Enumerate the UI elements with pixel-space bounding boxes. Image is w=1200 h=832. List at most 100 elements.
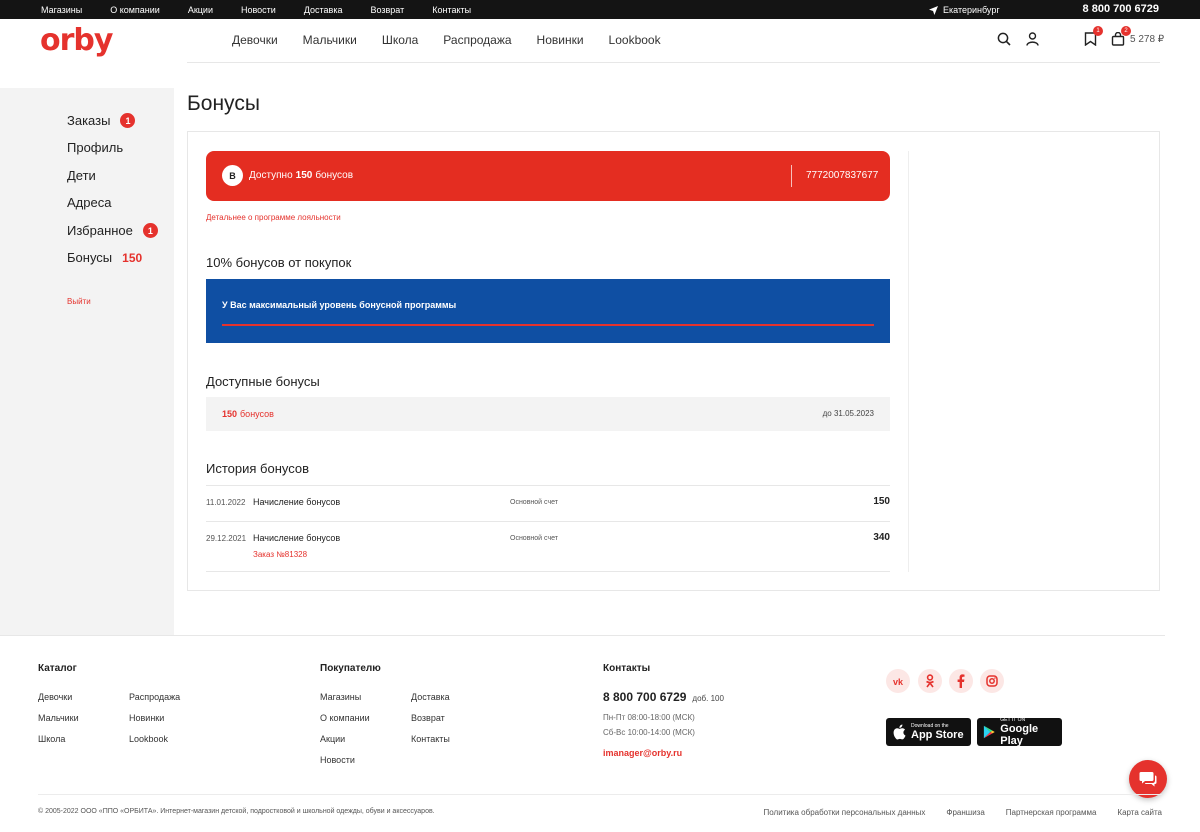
odnoklassniki-icon[interactable] — [918, 669, 942, 693]
footer-link-boys[interactable]: Мальчики — [38, 713, 79, 723]
header: orby Девочки Мальчики Школа Распродажа Н… — [0, 19, 1200, 63]
footer-hours-weekdays: Пн-Пт 08:00-18:00 (МСК) — [603, 713, 695, 722]
cart-icon[interactable]: 2 — [1110, 26, 1131, 47]
history-amount: 340 — [873, 532, 890, 543]
google-play-button[interactable]: GET IT ON Google Play — [977, 717, 1062, 747]
top-bar: Магазины О компании Акции Новости Достав… — [0, 0, 1200, 19]
footer-link-about[interactable]: О компании — [320, 713, 370, 723]
available-bonus-amount: 150 — [222, 409, 238, 419]
top-link-delivery[interactable]: Доставка — [304, 5, 343, 15]
chat-icon — [1139, 772, 1157, 787]
available-amount: 150 — [295, 170, 313, 181]
history-account: Основной счет — [510, 499, 558, 506]
card-number: 7772007837677 — [806, 170, 879, 181]
available-amount-text: 150 бонусов — [222, 409, 274, 419]
available-suffix: бонусов — [315, 170, 354, 181]
sidebar-item-addresses[interactable]: Адреса — [67, 195, 111, 210]
sidebar-item-orders[interactable]: Заказы 1 — [67, 113, 136, 128]
footer-divider — [0, 635, 1165, 636]
app-store-big: App Store — [911, 728, 964, 741]
account-sidebar: Заказы 1 Профиль Дети Адреса Избранное 1… — [0, 88, 174, 636]
available-expiry: до 31.05.2023 — [822, 409, 874, 418]
search-icon[interactable] — [996, 31, 1012, 47]
history-divider — [206, 571, 890, 572]
top-link-news[interactable]: Новости — [241, 5, 276, 15]
footer-link-return[interactable]: Возврат — [411, 713, 445, 723]
footer-email[interactable]: imanager@orby.ru — [603, 748, 682, 758]
app-store-button[interactable]: Download on the App Store — [886, 718, 971, 746]
logout-link[interactable]: Выйти — [67, 297, 91, 306]
footer-phone[interactable]: 8 800 700 6729 доб. 100 — [603, 690, 724, 704]
nav-sale[interactable]: Распродажа — [443, 33, 511, 47]
footer-link-school[interactable]: Школа — [38, 734, 65, 744]
top-link-stores[interactable]: Магазины — [41, 5, 82, 15]
nav-boys[interactable]: Мальчики — [303, 33, 357, 47]
history-title: История бонусов — [206, 461, 310, 476]
svg-text:vk: vk — [893, 677, 904, 686]
footer-link-new[interactable]: Новинки — [129, 713, 164, 723]
footer-hours-weekend: Сб-Вс 10:00-14:00 (МСК) — [603, 728, 695, 737]
top-phone[interactable]: 8 800 700 6729 — [1083, 3, 1159, 15]
footer-link-delivery[interactable]: Доставка — [411, 692, 450, 702]
vk-icon[interactable]: vk — [886, 669, 910, 693]
cart-badge: 2 — [1121, 26, 1131, 36]
top-link-about[interactable]: О компании — [110, 5, 160, 15]
nav-new[interactable]: Новинки — [537, 33, 584, 47]
top-link-contacts[interactable]: Контакты — [432, 5, 471, 15]
sidebar-item-label: Избранное — [67, 223, 133, 238]
user-icon[interactable] — [1024, 31, 1040, 47]
bonus-level-panel: У Вас максимальный уровень бонусной прог… — [206, 279, 890, 343]
bonuses-count: 150 — [122, 250, 143, 265]
footer-link-girls[interactable]: Девочки — [38, 692, 72, 702]
footer-catalog-title: Каталог — [38, 663, 77, 674]
nav-lookbook[interactable]: Lookbook — [609, 33, 661, 47]
history-order-link[interactable]: Заказ №81328 — [253, 550, 307, 559]
footer-phone-ext: доб. 100 — [692, 694, 724, 703]
available-prefix: Доступно — [249, 170, 293, 181]
history-amount: 150 — [873, 496, 890, 507]
history-desc: Начисление бонусов — [253, 497, 341, 507]
footer-link-news[interactable]: Новости — [320, 755, 355, 765]
logo[interactable]: orby — [40, 23, 113, 58]
sidebar-item-children[interactable]: Дети — [67, 168, 96, 183]
footer-link-sitemap[interactable]: Карта сайта — [1117, 808, 1162, 817]
history-divider — [206, 521, 890, 522]
available-title: Доступные бонусы — [206, 374, 320, 389]
footer-link-stores[interactable]: Магазины — [320, 692, 361, 702]
instagram-icon[interactable] — [980, 669, 1004, 693]
footer-link-sale[interactable]: Распродажа — [129, 692, 180, 702]
google-play-big: Google Play — [1000, 722, 1039, 747]
wishlist-icon[interactable]: 1 — [1082, 26, 1103, 47]
city-name: Екатеринбург — [943, 5, 1000, 15]
footer-phone-number: 8 800 700 6729 — [603, 690, 687, 704]
footer-link-privacy[interactable]: Политика обработки персональных данных — [764, 808, 926, 817]
footer-link-franchise[interactable]: Франшиза — [946, 808, 984, 817]
footer-link-partner[interactable]: Партнерская программа — [1006, 808, 1097, 817]
nav-girls[interactable]: Девочки — [232, 33, 278, 47]
city-selector[interactable]: Екатеринбург — [929, 5, 1000, 15]
top-links: Магазины О компании Акции Новости Достав… — [41, 5, 499, 15]
top-link-promos[interactable]: Акции — [188, 5, 213, 15]
level-title: 10% бонусов от покупок — [206, 255, 352, 270]
chat-button[interactable] — [1129, 760, 1167, 798]
sidebar-item-label: Профиль — [67, 140, 124, 155]
google-play-icon — [983, 725, 995, 739]
favorites-badge: 1 — [142, 223, 158, 238]
footer-link-lookbook[interactable]: Lookbook — [129, 734, 168, 744]
footer-bottom-divider — [38, 794, 1162, 795]
header-icons: 1 2 5 278 ₽ — [996, 26, 1164, 47]
facebook-icon[interactable] — [949, 669, 973, 693]
top-link-return[interactable]: Возврат — [370, 5, 404, 15]
cart-sum[interactable]: 5 278 ₽ — [1130, 34, 1164, 45]
loyalty-program-link[interactable]: Детальнее о программе лояльности — [206, 213, 341, 222]
sidebar-item-profile[interactable]: Профиль — [67, 140, 123, 155]
nav-school[interactable]: Школа — [382, 33, 418, 47]
bonus-card: В Доступно 150 бонусов 7772007837677 — [206, 151, 890, 201]
sidebar-item-label: Заказы — [67, 113, 111, 128]
sidebar-item-label: Бонусы — [67, 250, 113, 265]
sidebar-item-bonuses[interactable]: Бонусы 150 — [67, 250, 142, 265]
sidebar-item-favorites[interactable]: Избранное 1 — [67, 223, 158, 238]
footer-link-promos[interactable]: Акции — [320, 734, 345, 744]
available-bonuses-text: Доступно 150 бонусов — [249, 170, 353, 181]
footer-link-contacts[interactable]: Контакты — [411, 734, 450, 744]
